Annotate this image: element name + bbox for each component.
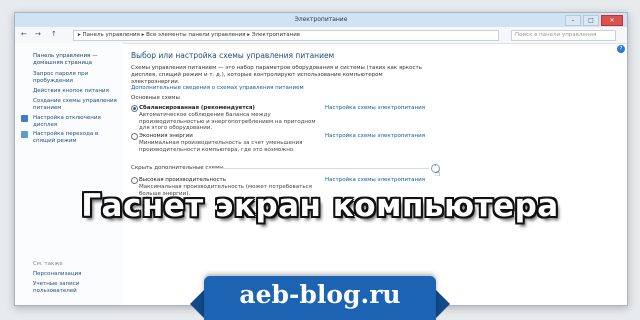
help-icon[interactable]: ? <box>617 45 625 53</box>
radio-power-saver[interactable] <box>131 133 138 140</box>
sidebar-item-create-plan[interactable]: Создание схемы управления питанием <box>33 98 121 111</box>
selected-plans-label: Основные схемы <box>131 95 180 101</box>
see-also-heading: См. также <box>33 261 63 267</box>
page-title: Выбор или настройка схемы управления пит… <box>131 51 335 60</box>
address-bar: ← → ↑ ▸ Панель управления ▸ Все элементы… <box>15 27 627 44</box>
ribbon-right <box>434 288 450 320</box>
maximize-button[interactable]: □ <box>583 15 599 26</box>
sidebar-item-user-accounts[interactable]: Учетные записи пользователей <box>33 281 121 294</box>
sidebar-item-personalization[interactable]: Персонализация <box>33 271 121 278</box>
title-bar: Электропитание – □ ✕ <box>15 13 627 27</box>
control-panel-window: Электропитание – □ ✕ ← → ↑ ▸ Панель упра… <box>14 12 628 306</box>
back-arrow-icon[interactable]: ← <box>21 30 27 38</box>
sidebar-item-label: Настройка отключения дисплея <box>33 115 101 128</box>
plan-power-saver[interactable]: Экономия энергии Минимальная производите… <box>131 133 439 153</box>
sidebar: Панель управления — домашняя страница За… <box>15 43 123 305</box>
plan-settings-link[interactable]: Настройка схемы электропитания <box>325 133 425 139</box>
site-badge: aeb-blog.ru <box>204 276 436 320</box>
main-content: Выбор или настройка схемы управления пит… <box>131 51 441 92</box>
radio-balanced[interactable] <box>131 105 138 112</box>
plan-description: Минимальная производительность за счет у… <box>139 140 303 153</box>
plan-settings-link[interactable]: Настройка схемы электропитания <box>325 105 425 111</box>
plan-settings-link[interactable]: Настройка схемы электропитания <box>325 177 425 183</box>
site-name: aeb-blog.ru <box>239 280 401 309</box>
sidebar-item-sleep[interactable]: Настройка перехода в спящий режим <box>21 131 121 144</box>
monitor-icon <box>21 115 28 122</box>
search-input[interactable]: Поиск в панели управления <box>511 30 616 41</box>
sidebar-item-home[interactable]: Панель управления — домашняя страница <box>33 53 121 66</box>
divider <box>207 168 429 169</box>
page-description: Схемы управления питанием — это набор па… <box>131 65 422 85</box>
sidebar-item-password[interactable]: Запрос пароля при пробуждении <box>33 71 121 84</box>
minimize-button[interactable]: – <box>565 15 581 26</box>
sidebar-item-power-buttons[interactable]: Действия кнопок питания <box>33 88 121 95</box>
overlay-title: Гаснет экран компьютера <box>81 188 559 224</box>
breadcrumb[interactable]: ▸ Панель управления ▸ Все элементы панел… <box>73 30 499 41</box>
window-controls: – □ ✕ <box>565 15 623 26</box>
moon-icon <box>21 131 28 138</box>
more-info-link[interactable]: Дополнительные сведения о схемах управле… <box>131 85 431 92</box>
plan-balanced[interactable]: Сбалансированная (рекомендуется) Автомат… <box>131 105 439 132</box>
sidebar-item-label: Настройка перехода в спящий режим <box>33 131 99 144</box>
sidebar-item-display-off[interactable]: Настройка отключения дисплея <box>21 115 121 128</box>
close-button[interactable]: ✕ <box>601 15 623 26</box>
plan-description: Автоматическое соблюдение баланса между … <box>139 112 316 132</box>
forward-arrow-icon[interactable]: → <box>35 30 41 38</box>
window-title: Электропитание <box>294 16 348 23</box>
up-arrow-icon[interactable]: ↑ <box>51 30 57 38</box>
radio-high-performance[interactable] <box>131 177 138 184</box>
